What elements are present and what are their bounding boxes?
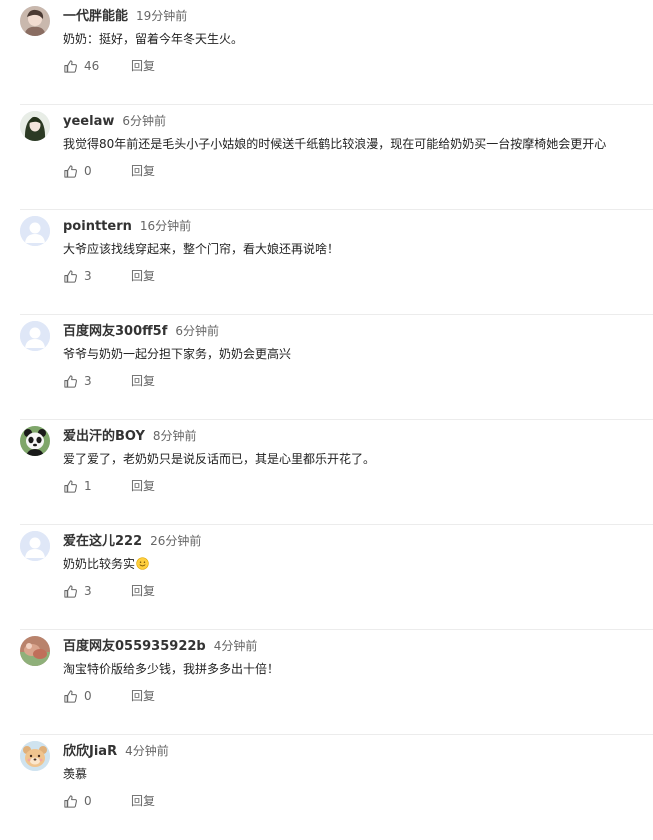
- thumbs-up-icon: [64, 59, 77, 73]
- reply-button[interactable]: 回复: [131, 687, 155, 705]
- timestamp: 19分钟前: [136, 9, 188, 23]
- comment-text: 爱了爱了，老奶奶只是说反话而已，其是心里都乐开花了。: [63, 452, 376, 466]
- comment-item: yeelaw 6分钟前 我觉得80年前还是毛头小子小姑娘的时候送千纸鹤比较浪漫，现…: [0, 105, 653, 210]
- comment-meta: 百度网友300ff5f 6分钟前: [63, 321, 219, 339]
- like-count: 3: [84, 584, 92, 598]
- like-count: 0: [84, 689, 92, 703]
- reply-button[interactable]: 回复: [131, 792, 155, 810]
- comment-actions: 3 回复: [63, 267, 155, 285]
- comment-actions: 0 回复: [63, 162, 155, 180]
- comment-meta: 爱出汗的BOY 8分钟前: [63, 426, 197, 444]
- comment-item: 百度网友300ff5f 6分钟前 爷爷与奶奶一起分担下家务，奶奶会更高兴 3 回复: [0, 315, 653, 420]
- comment-item: 爱出汗的BOY 8分钟前 爱了爱了，老奶奶只是说反话而已，其是心里都乐开花了。 1…: [0, 420, 653, 525]
- comment-meta: 欣欣JiaR 4分钟前: [63, 741, 169, 759]
- comment-actions: 0 回复: [63, 792, 155, 810]
- timestamp: 16分钟前: [139, 219, 192, 233]
- like-button[interactable]: 0: [63, 162, 131, 180]
- timestamp: 4分钟前: [125, 744, 169, 758]
- comment-actions: 1 回复: [63, 477, 155, 495]
- panda-avatar-icon[interactable]: [20, 426, 50, 456]
- comment-item: 欣欣JiaR 4分钟前 羡慕 0 回复: [0, 735, 653, 840]
- thumbs-up-icon: [64, 269, 77, 283]
- comment-meta: yeelaw 6分钟前: [63, 111, 166, 129]
- username[interactable]: 欣欣JiaR: [63, 744, 117, 759]
- comment-meta: 爱在这儿222 26分钟前: [63, 531, 201, 549]
- like-button[interactable]: 0: [63, 687, 131, 705]
- comment-text: 我觉得80年前还是毛头小子小姑娘的时候送千纸鹤比较浪漫，现在可能给奶奶买一台按摩…: [63, 137, 607, 151]
- username[interactable]: pointtern: [63, 219, 132, 234]
- like-count: 46: [84, 59, 100, 73]
- comment-item: pointtern 16分钟前 大爷应该找线穿起来，整个门帘，看大娘还再说啥！ 3…: [0, 210, 653, 315]
- timestamp: 6分钟前: [175, 324, 220, 338]
- comment-list: 一代胖能能 19分钟前 奶奶：挺好，留着今年冬天生火。 46 回复 yeelaw 6…: [0, 0, 653, 840]
- comment-text: 奶奶：挺好，留着今年冬天生火。: [63, 32, 244, 46]
- user-photo-avatar-icon[interactable]: [20, 636, 50, 666]
- comment-actions: 3 回复: [63, 582, 155, 600]
- comment-actions: 3 回复: [63, 372, 155, 390]
- like-button[interactable]: 0: [63, 792, 131, 810]
- like-count: 0: [84, 164, 92, 178]
- like-button[interactable]: 46: [63, 57, 131, 75]
- comment-text: 奶奶比较务实: [63, 555, 641, 573]
- comment-text: 大爷应该找线穿起来，整个门帘，看大娘还再说啥！: [63, 242, 340, 256]
- timestamp: 26分钟前: [150, 534, 202, 548]
- reply-button[interactable]: 回复: [131, 162, 155, 180]
- user-photo-avatar-icon[interactable]: [20, 111, 50, 141]
- like-count: 0: [84, 794, 92, 808]
- username[interactable]: 百度网友300ff5f: [63, 324, 167, 339]
- default-avatar-icon[interactable]: [20, 531, 50, 561]
- reply-button[interactable]: 回复: [131, 582, 155, 600]
- default-avatar-icon[interactable]: [20, 321, 50, 351]
- like-count: 3: [84, 374, 92, 388]
- username[interactable]: 爱在这儿222: [63, 534, 142, 549]
- default-avatar-icon[interactable]: [20, 216, 50, 246]
- like-button[interactable]: 1: [63, 477, 131, 495]
- timestamp: 4分钟前: [213, 639, 258, 653]
- comment-item: 爱在这儿222 26分钟前 奶奶比较务实 3 回复: [0, 525, 653, 630]
- timestamp: 6分钟前: [122, 114, 166, 128]
- comment-meta: 一代胖能能 19分钟前: [63, 6, 187, 24]
- reply-button[interactable]: 回复: [131, 267, 155, 285]
- thumbs-up-icon: [64, 374, 77, 388]
- thumbs-up-icon: [64, 479, 77, 493]
- comment-item: 一代胖能能 19分钟前 奶奶：挺好，留着今年冬天生火。 46 回复: [0, 0, 653, 105]
- comment-text: 羡慕: [63, 767, 88, 781]
- cartoon-avatar-icon[interactable]: [20, 741, 50, 771]
- comment-text: 爷爷与奶奶一起分担下家务，奶奶会更高兴: [63, 347, 292, 361]
- username[interactable]: yeelaw: [63, 114, 114, 129]
- timestamp: 8分钟前: [152, 429, 197, 443]
- user-photo-avatar-icon[interactable]: [20, 6, 50, 36]
- like-count: 3: [84, 269, 92, 283]
- comment-meta: pointtern 16分钟前: [63, 216, 191, 234]
- reply-button[interactable]: 回复: [131, 57, 155, 75]
- username[interactable]: 一代胖能能: [63, 9, 128, 24]
- username[interactable]: 爱出汗的BOY: [63, 429, 145, 444]
- like-button[interactable]: 3: [63, 267, 131, 285]
- comment-text: 淘宝特价版给多少钱，我拼多多出十倍！: [63, 662, 280, 676]
- username[interactable]: 百度网友055935922b: [63, 639, 206, 654]
- comment-meta: 百度网友055935922b 4分钟前: [63, 636, 257, 654]
- comment-text-content: 奶奶比较务实: [63, 557, 136, 571]
- like-button[interactable]: 3: [63, 582, 131, 600]
- reply-button[interactable]: 回复: [131, 477, 155, 495]
- smile-emoji-icon: [136, 557, 149, 570]
- comment-item: 百度网友055935922b 4分钟前 淘宝特价版给多少钱，我拼多多出十倍！ 0 …: [0, 630, 653, 735]
- comment-actions: 46 回复: [63, 57, 155, 75]
- like-count: 1: [84, 479, 92, 493]
- comment-actions: 0 回复: [63, 687, 155, 705]
- like-button[interactable]: 3: [63, 372, 131, 390]
- thumbs-up-icon: [64, 689, 77, 703]
- thumbs-up-icon: [64, 164, 77, 178]
- reply-button[interactable]: 回复: [131, 372, 155, 390]
- thumbs-up-icon: [64, 584, 77, 598]
- thumbs-up-icon: [64, 794, 77, 808]
